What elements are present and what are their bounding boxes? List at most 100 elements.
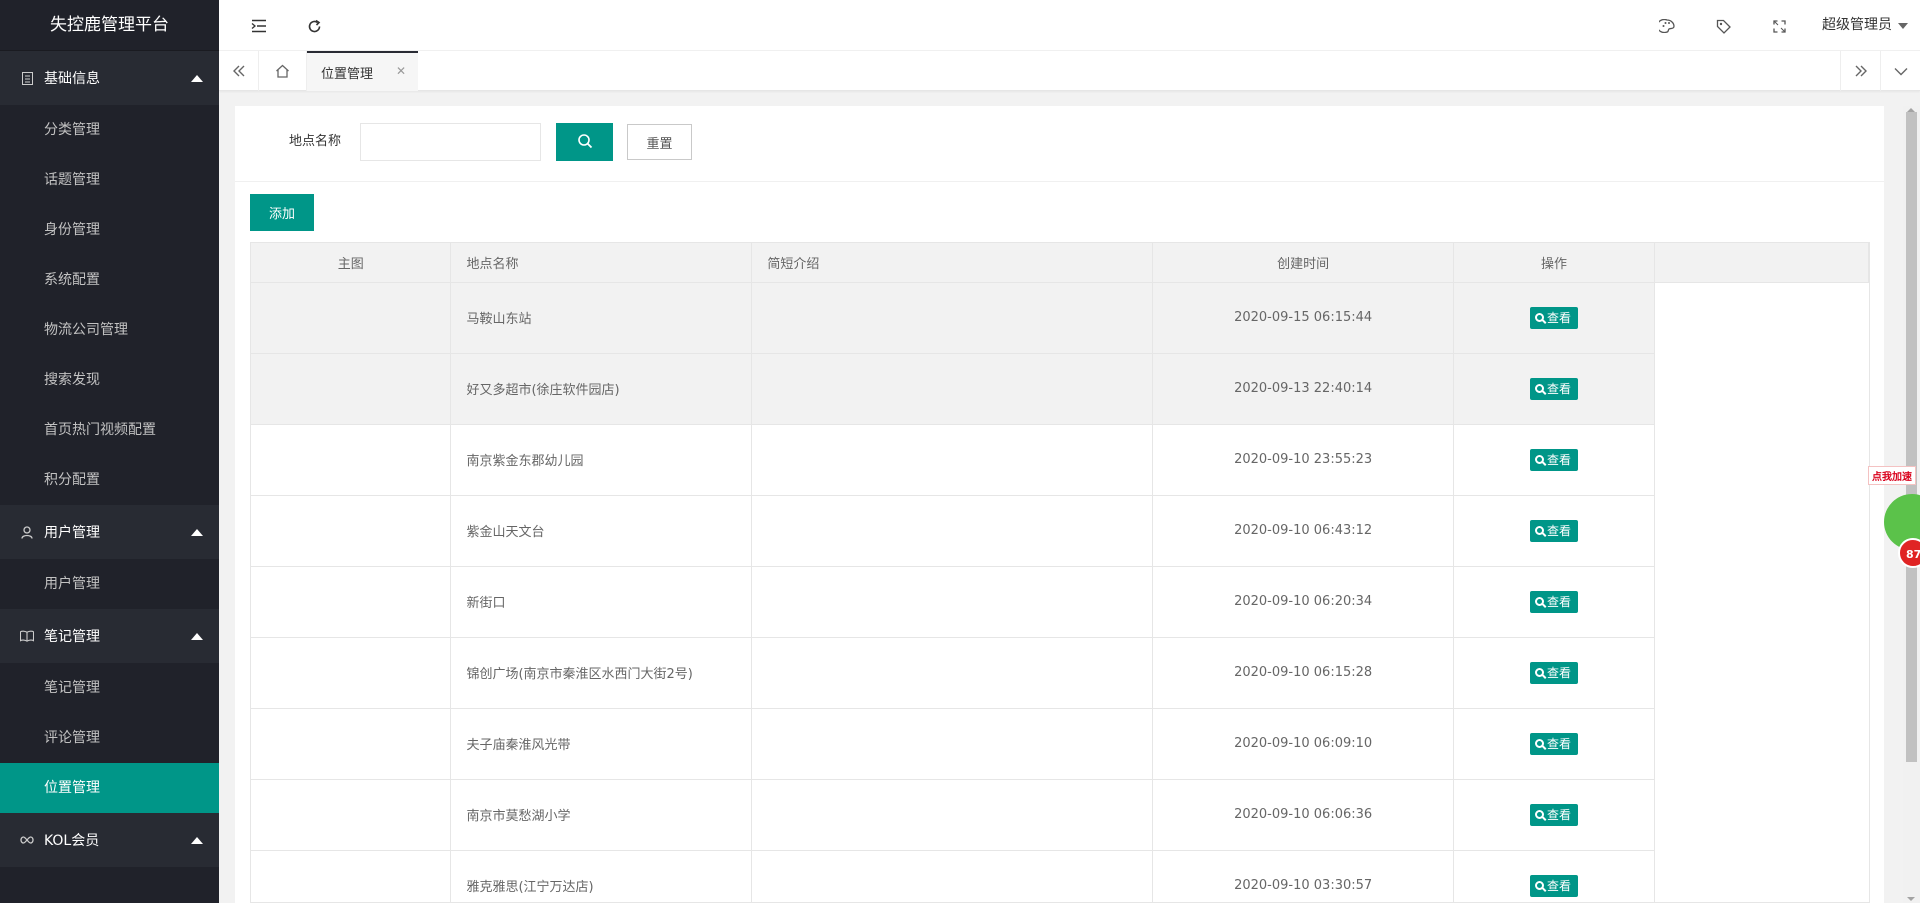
cell-location-name: 夫子庙秦淮风光带	[450, 708, 753, 780]
cell-image	[251, 282, 452, 354]
cell-actions: 查看	[1453, 637, 1656, 709]
view-button[interactable]: 查看	[1530, 732, 1579, 755]
add-button[interactable]: 添加	[250, 194, 314, 231]
search-icon	[1535, 526, 1545, 535]
cell-intro	[751, 779, 1154, 851]
view-button[interactable]: 查看	[1530, 874, 1579, 897]
sidebar-item-search-discover[interactable]: 搜索发现	[0, 355, 219, 405]
user-name: 超级管理员	[1822, 17, 1892, 33]
tabs-scroll-left-icon[interactable]	[219, 51, 259, 91]
caret-up-icon	[191, 75, 203, 82]
location-table: 主图 地点名称 简短介绍 创建时间 操作 马鞍山东站 2020-09-15 06:…	[250, 242, 1870, 903]
cell-actions: 查看	[1453, 566, 1656, 638]
float-tag-text: 点我加速	[1868, 466, 1916, 485]
view-button-label: 查看	[1547, 382, 1572, 396]
col-header-intro: 简短介绍	[751, 243, 1154, 283]
cell-actions: 查看	[1453, 353, 1656, 425]
scrollbar-thumb[interactable]	[1906, 112, 1917, 762]
search-button[interactable]	[556, 123, 613, 161]
search-icon	[1535, 810, 1545, 819]
sidebar-item-identity[interactable]: 身份管理	[0, 205, 219, 255]
cell-intro	[751, 282, 1154, 354]
view-button-label: 查看	[1547, 311, 1572, 325]
cell-filler	[1654, 708, 1869, 779]
nav-group-basic-info[interactable]: 基础信息	[0, 51, 219, 105]
home-icon[interactable]	[259, 51, 307, 91]
nav-group-notes[interactable]: 笔记管理	[0, 609, 219, 663]
view-button[interactable]: 查看	[1530, 803, 1579, 826]
cell-location-name: 马鞍山东站	[450, 282, 753, 354]
close-icon[interactable]: ✕	[396, 64, 406, 78]
nav-group-kol[interactable]: KOL会员	[0, 813, 219, 867]
sidebar-item-user-manage[interactable]: 用户管理	[0, 559, 219, 609]
app-logo-title[interactable]: 失控鹿管理平台	[0, 0, 219, 51]
view-button[interactable]: 查看	[1530, 306, 1579, 329]
cell-location-name: 南京紫金东郡幼儿园	[450, 424, 753, 496]
cell-created-time: 2020-09-10 06:06:36	[1152, 779, 1455, 851]
tabs-scroll-right-icon[interactable]	[1840, 51, 1880, 91]
sidebar-item-comment-manage[interactable]: 评论管理	[0, 713, 219, 763]
scroll-down-arrow-icon[interactable]	[1907, 897, 1915, 901]
reset-button[interactable]: 重置	[627, 124, 692, 160]
sidebar-item-points[interactable]: 积分配置	[0, 455, 219, 505]
cell-location-name: 锦创广场(南京市秦淮区水西门大街2号)	[450, 637, 753, 709]
view-button[interactable]: 查看	[1530, 661, 1579, 684]
table-row: 南京紫金东郡幼儿园 2020-09-10 23:55:23 查看	[251, 424, 1869, 496]
view-button[interactable]: 查看	[1530, 377, 1579, 400]
cell-image	[251, 779, 452, 851]
cell-image	[251, 424, 452, 496]
tabs-dropdown-icon[interactable]	[1880, 51, 1920, 91]
view-button[interactable]: 查看	[1530, 448, 1579, 471]
cell-filler	[1654, 850, 1869, 902]
sidebar-item-hot-video[interactable]: 首页热门视频配置	[0, 405, 219, 455]
table-row: 新街口 2020-09-10 06:20:34 查看	[251, 566, 1869, 638]
table-header-row: 主图 地点名称 简短介绍 创建时间 操作	[251, 243, 1869, 283]
caret-up-icon	[191, 837, 203, 844]
col-header-filler	[1654, 243, 1869, 283]
sidebar-item-note-manage[interactable]: 笔记管理	[0, 663, 219, 713]
tab-label: 位置管理	[321, 66, 374, 82]
cell-image	[251, 353, 452, 425]
search-icon	[577, 133, 593, 152]
user-icon	[20, 525, 34, 539]
cell-location-name: 南京市莫愁湖小学	[450, 779, 753, 851]
view-button-label: 查看	[1547, 595, 1572, 609]
tabs-bar: 位置管理 ✕	[219, 51, 1920, 91]
sidebar-item-logistics[interactable]: 物流公司管理	[0, 305, 219, 355]
cell-intro	[751, 495, 1154, 567]
fullscreen-icon[interactable]	[1768, 15, 1790, 37]
cell-filler	[1654, 353, 1869, 424]
table-row: 雅克雅思(江宁万达店) 2020-09-10 03:30:57 查看	[251, 850, 1869, 902]
view-button-label: 查看	[1547, 524, 1572, 538]
cell-image	[251, 495, 452, 567]
cell-filler	[1654, 282, 1869, 353]
nav-group-label: KOL会员	[44, 833, 100, 849]
user-menu[interactable]: 超级管理员	[1822, 0, 1908, 51]
cell-image	[251, 566, 452, 638]
nav-group-users[interactable]: 用户管理	[0, 505, 219, 559]
theme-palette-icon[interactable]	[1656, 15, 1678, 37]
tab-location-manage[interactable]: 位置管理 ✕	[307, 51, 418, 91]
menu-collapse-icon[interactable]	[248, 15, 270, 37]
search-icon	[1535, 668, 1545, 677]
location-name-input[interactable]	[360, 123, 541, 161]
cell-actions: 查看	[1453, 495, 1656, 567]
sidebar-item-category[interactable]: 分类管理	[0, 105, 219, 155]
tag-icon[interactable]	[1712, 15, 1734, 37]
sidebar-item-kol-partial[interactable]	[0, 867, 219, 903]
cell-intro	[751, 353, 1154, 425]
view-button[interactable]: 查看	[1530, 519, 1579, 542]
view-button[interactable]: 查看	[1530, 590, 1579, 613]
float-accelerate-widget[interactable]: 点我加速 87	[1864, 466, 1920, 586]
cell-actions: 查看	[1453, 282, 1656, 354]
cell-created-time: 2020-09-10 06:43:12	[1152, 495, 1455, 567]
refresh-icon[interactable]	[303, 15, 325, 37]
infinity-icon	[20, 833, 34, 847]
sidebar-item-system-config[interactable]: 系统配置	[0, 255, 219, 305]
search-label: 地点名称	[289, 134, 342, 149]
sidebar-item-topic[interactable]: 话题管理	[0, 155, 219, 205]
search-form: 地点名称 重置	[235, 106, 1884, 182]
caret-up-icon	[191, 633, 203, 640]
view-button-label: 查看	[1547, 808, 1572, 822]
sidebar-item-location-manage[interactable]: 位置管理	[0, 763, 219, 813]
